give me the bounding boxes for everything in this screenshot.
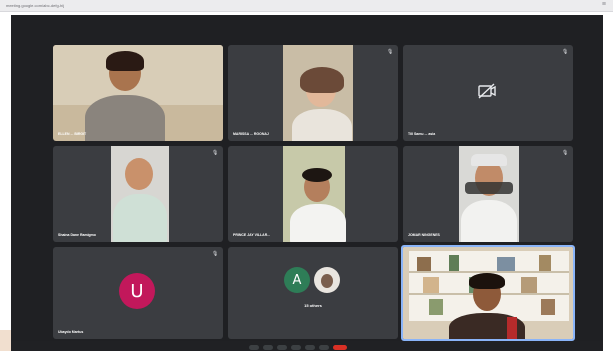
participant-tile-3[interactable]: 🎙 Till Samu ... asia: [403, 45, 573, 141]
participant-tile-4[interactable]: 🎙 Shaina Dane Ramigmo: [53, 146, 223, 242]
participant-avatar-photo: [314, 267, 340, 293]
meeting-grid: ELLEN ... BIRGIT 🎙 MARISSA ... RGONAJ 🎙 …: [11, 15, 603, 351]
camera-button[interactable]: [263, 345, 273, 350]
mic-off-icon: 🎙: [562, 150, 569, 156]
camera-off-icon: [478, 83, 496, 99]
participant-name: Till Samu ... asia: [408, 132, 436, 136]
participant-name: JOMAR NINGENES: [408, 233, 440, 237]
captions-button[interactable]: [277, 345, 287, 350]
participant-avatar: A: [284, 267, 310, 293]
participant-tile-5[interactable]: PRINCE JAY VILLAR...: [228, 146, 398, 242]
participant-tile-1[interactable]: ELLEN ... BIRGIT: [53, 45, 223, 141]
others-tile[interactable]: A 15 others: [228, 247, 398, 339]
kebab-menu-icon[interactable]: ≡: [602, 1, 606, 8]
presenter-tile[interactable]: [401, 245, 575, 341]
more-options-button[interactable]: [319, 345, 329, 350]
mic-off-icon: 🎙: [387, 49, 394, 55]
participant-name: MARISSA ... RGONAJ: [233, 132, 269, 136]
avatar-letter: U: [130, 280, 144, 302]
meeting-controls-bar: [11, 341, 603, 351]
end-call-button[interactable]: [333, 345, 347, 350]
participant-name: Ubaydo Martus: [58, 330, 84, 334]
browser-title-bar: meeting.google.com/abc-defg-hij ≡: [0, 0, 613, 12]
avatar-letter: A: [292, 272, 302, 288]
window-title: meeting.google.com/abc-defg-hij: [6, 3, 65, 8]
participant-tile-2[interactable]: 🎙 MARISSA ... RGONAJ: [228, 45, 398, 141]
participant-name: ELLEN ... BIRGIT: [58, 132, 87, 136]
raise-hand-button[interactable]: [305, 345, 315, 350]
others-count: 15 others: [304, 303, 322, 308]
mic-off-icon: 🎙: [562, 49, 569, 55]
participant-avatar: U: [119, 273, 155, 309]
mic-off-icon: 🎙: [212, 251, 219, 257]
participant-name: Shaina Dane Ramigmo: [58, 233, 96, 237]
mic-off-icon: 🎙: [212, 150, 219, 156]
participant-tile-7[interactable]: U 🎙 Ubaydo Martus: [53, 247, 223, 339]
participant-tile-6[interactable]: 🎙 JOMAR NINGENES: [403, 146, 573, 242]
present-button[interactable]: [291, 345, 301, 350]
participant-name: PRINCE JAY VILLAR...: [233, 233, 271, 237]
mic-button[interactable]: [249, 345, 259, 350]
